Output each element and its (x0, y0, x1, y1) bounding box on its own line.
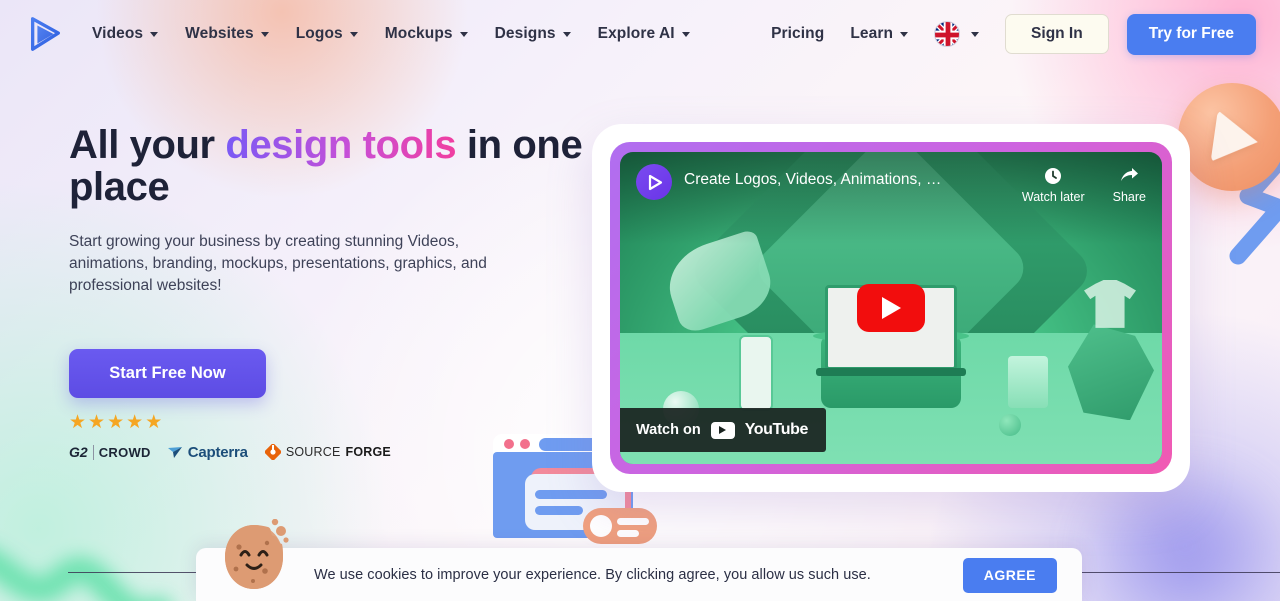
badge-divider (92, 444, 94, 460)
watch-later-label: Watch later (1021, 190, 1085, 204)
capterra-label: Capterra (187, 443, 248, 461)
cookie-message: We use cookies to improve your experienc… (314, 566, 871, 583)
capterra-badge[interactable]: Capterra (167, 443, 248, 461)
share-button[interactable]: Share (1113, 166, 1146, 204)
star-icon: ★ (107, 411, 125, 433)
nav-secondary-links: Pricing Learn Sign In Try for Free (771, 13, 1256, 55)
chevron-down-icon (900, 31, 909, 37)
nav-item-logos[interactable]: Logos (296, 25, 358, 43)
watch-on-label: Watch on (636, 422, 701, 438)
brand-logo-icon[interactable] (26, 15, 64, 53)
star-icon: ★ (69, 411, 87, 433)
youtube-wordmark: YouTube (744, 421, 809, 438)
green-squiggle-decoration (0, 551, 170, 601)
hero-content: All your design tools in one place Start… (26, 68, 586, 492)
clock-icon (1045, 168, 1062, 184)
video-gradient-frame: Create Logos, Videos, Animations, … Watc… (610, 142, 1172, 474)
nav-item-label: Explore AI (597, 25, 675, 42)
nav-primary-links: Videos Websites Logos Mockups Designs Ex… (92, 25, 690, 43)
sourceforge-badge[interactable]: SOURCE FORGE (264, 444, 391, 461)
hero-subtitle: Start growing your business by creating … (69, 232, 487, 294)
video-actions: Watch later Share (1022, 164, 1146, 204)
try-for-free-button[interactable]: Try for Free (1126, 13, 1256, 55)
video-card: Create Logos, Videos, Animations, … Watc… (592, 124, 1190, 492)
main-navbar: Videos Websites Logos Mockups Designs Ex… (0, 0, 1280, 68)
chevron-down-icon (459, 31, 468, 37)
nav-item-pricing[interactable]: Pricing (771, 25, 824, 43)
scene-phone (739, 334, 774, 411)
hero-section: All your design tools in one place Start… (0, 68, 1280, 492)
hero-video-area: Create Logos, Videos, Animations, … Watc… (592, 124, 1190, 492)
nav-item-label: Learn (850, 25, 894, 42)
star-icon: ★ (88, 411, 106, 433)
title-accent: design tools (225, 123, 457, 167)
sourceforge-label-light: SOURCE (285, 445, 341, 460)
video-title[interactable]: Create Logos, Videos, Animations, … (684, 171, 941, 189)
nav-item-label: Pricing (771, 25, 825, 42)
channel-avatar[interactable] (636, 164, 672, 200)
watch-on-youtube-button[interactable]: Watch on YouTube (620, 408, 826, 452)
nav-item-explore-ai[interactable]: Explore AI (598, 25, 690, 43)
scene-small-ball (999, 413, 1022, 436)
page-title: All your design tools in one place (69, 124, 586, 209)
chevron-down-icon (562, 31, 571, 37)
g2-mark: G2 (69, 444, 88, 461)
play-triangle-icon (648, 174, 662, 190)
chevron-down-icon (349, 31, 358, 37)
capterra-icon (167, 447, 182, 459)
nav-item-label: Logos (295, 25, 343, 42)
review-badges: G2 CROWD Capterra SOURCE FORGE (69, 444, 586, 461)
chevron-down-icon (260, 31, 269, 37)
uk-flag-icon[interactable] (934, 21, 961, 47)
chevron-down-icon (681, 31, 690, 37)
nav-item-label: Mockups (384, 25, 453, 42)
star-rating: ★ ★ ★ ★ ★ (69, 413, 586, 432)
sign-in-button[interactable]: Sign In (1005, 14, 1109, 54)
title-part-1: All your (69, 123, 226, 167)
nav-item-learn[interactable]: Learn (850, 25, 909, 43)
g2crowd-label: CROWD (98, 444, 151, 460)
nav-item-designs[interactable]: Designs (495, 25, 571, 43)
nav-item-mockups[interactable]: Mockups (385, 25, 468, 43)
nav-item-websites[interactable]: Websites (185, 25, 269, 43)
cookie-agree-button[interactable]: AGREE (962, 557, 1057, 593)
nav-item-label: Designs (494, 25, 556, 42)
video-player[interactable]: Create Logos, Videos, Animations, … Watc… (620, 152, 1162, 464)
star-icon: ★ (145, 411, 163, 433)
video-top-overlay: Create Logos, Videos, Animations, … Watc… (620, 152, 1162, 244)
start-free-now-button[interactable]: Start Free Now (69, 348, 266, 398)
nav-item-label: Websites (185, 25, 254, 42)
share-arrow-icon (1121, 168, 1139, 181)
cookie-banner-bar: We use cookies to improve your experienc… (196, 548, 1082, 601)
share-label: Share (1112, 190, 1146, 204)
youtube-play-button[interactable] (857, 284, 925, 332)
sourceforge-label-bold: FORGE (345, 445, 391, 460)
sourceforge-icon (264, 444, 281, 461)
star-icon: ★ (126, 411, 144, 433)
g2crowd-badge[interactable]: G2 CROWD (69, 444, 151, 460)
chevron-down-icon (150, 31, 159, 37)
watch-later-button[interactable]: Watch later (1022, 166, 1085, 204)
language-chevron-down-icon[interactable] (971, 31, 980, 37)
nav-item-videos[interactable]: Videos (92, 25, 159, 43)
cookie-icon (225, 519, 289, 589)
scene-bottles (1008, 355, 1049, 408)
scene-tshirt (1084, 279, 1136, 328)
cookie-consent-banner: We use cookies to improve your experienc… (196, 519, 1082, 601)
youtube-play-icon (710, 421, 735, 439)
nav-item-label: Videos (92, 25, 144, 42)
